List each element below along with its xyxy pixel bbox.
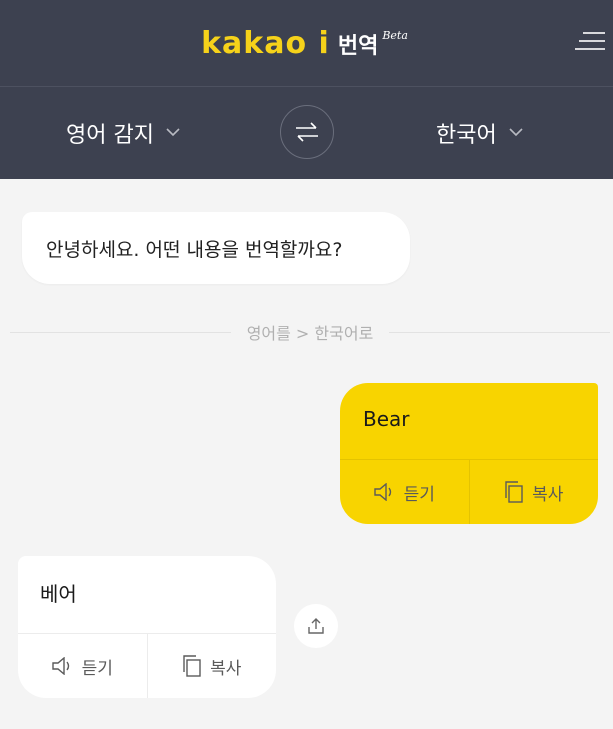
chevron-down-icon <box>166 125 180 141</box>
hamburger-icon[interactable] <box>575 32 605 56</box>
listen-button[interactable]: 듣기 <box>18 634 147 698</box>
translation-bubble: 베어 듣기 복사 <box>18 556 276 698</box>
source-language-select[interactable]: 영어 감지 <box>66 117 180 149</box>
listen-label: 듣기 <box>81 658 113 679</box>
user-message-text: Bear <box>363 407 410 431</box>
listen-button[interactable]: 듣기 <box>340 460 469 524</box>
swap-languages-button[interactable] <box>280 105 334 159</box>
user-message-actions: 듣기 복사 <box>340 459 598 524</box>
language-bar: 영어 감지 한국어 <box>0 86 613 179</box>
greeting-bubble: 안녕하세요. 어떤 내용을 번역할까요? <box>22 212 410 284</box>
app-title: 번역 <box>337 33 379 59</box>
listen-label: 듣기 <box>403 484 435 505</box>
greeting-text: 안녕하세요. 어떤 내용을 번역할까요? <box>46 238 343 261</box>
source-language-label: 영어 감지 <box>66 123 154 148</box>
copy-label: 복사 <box>210 658 242 679</box>
direction-text: 영어를 > 한국어로 <box>246 324 374 343</box>
copy-label: 복사 <box>532 484 564 505</box>
kakao-i-logo: kakao i <box>201 25 330 61</box>
chevron-down-icon <box>509 125 523 141</box>
speaker-icon <box>51 657 69 675</box>
share-button[interactable] <box>294 604 338 648</box>
speaker-icon <box>373 483 391 501</box>
target-language-label: 한국어 <box>436 123 497 148</box>
translation-text: 베어 <box>40 582 77 606</box>
divider-line <box>389 331 610 333</box>
brand: kakao i 번역 Beta <box>201 26 412 61</box>
app-header: kakao i 번역 Beta <box>0 0 613 86</box>
direction-divider: 영어를 > 한국어로 <box>10 320 610 344</box>
copy-button[interactable]: 복사 <box>468 460 599 524</box>
beta-badge: Beta <box>382 28 408 42</box>
copy-icon <box>505 481 523 503</box>
target-language-select[interactable]: 한국어 <box>436 117 523 149</box>
copy-button[interactable]: 복사 <box>146 634 277 698</box>
divider-line <box>10 331 231 333</box>
share-icon <box>308 618 324 634</box>
swap-arrows-icon <box>296 122 318 142</box>
copy-icon <box>183 655 201 677</box>
translation-actions: 듣기 복사 <box>18 633 276 698</box>
user-message-bubble: Bear 듣기 복사 <box>340 383 598 524</box>
